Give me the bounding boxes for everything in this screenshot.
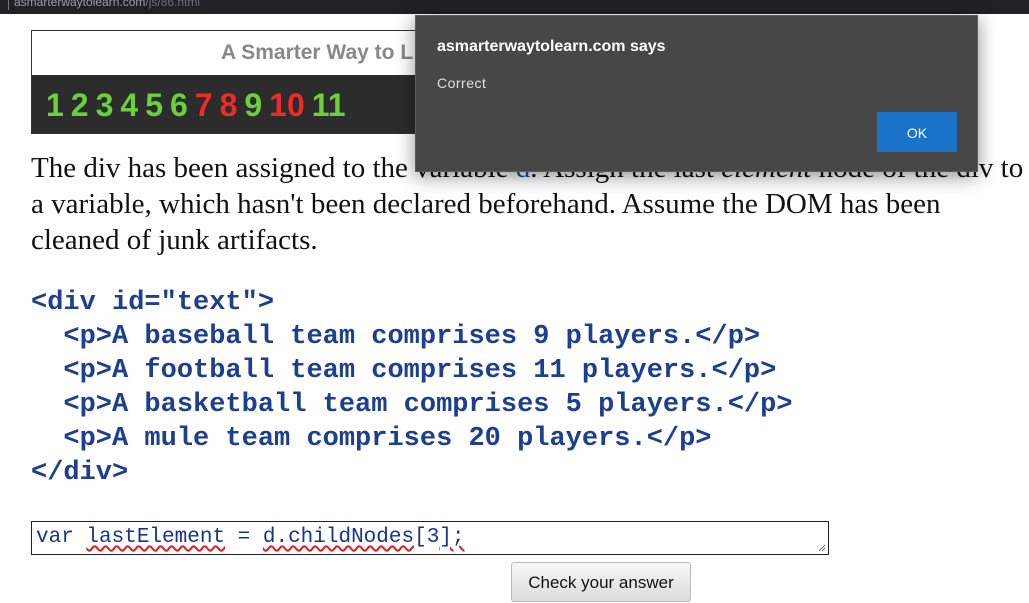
chapter-number[interactable]: 6	[170, 87, 188, 123]
address-bar-url[interactable]: asmarterwaytolearn.com/js/86.html	[14, 0, 200, 9]
site-brand-title: A Smarter Way to L	[32, 31, 450, 75]
prompt-line-2: a variable, which hasn't been declared b…	[31, 188, 941, 220]
chapter-number[interactable]: 7	[195, 87, 213, 123]
resize-grip-icon[interactable]	[818, 544, 826, 552]
code-line: <p>A baseball team comprises 9 players.<…	[31, 322, 761, 352]
code-sample: <div id="text"> <p>A baseball team compr…	[31, 286, 793, 490]
code-line: <p>A basketball team comprises 5 players…	[31, 390, 793, 420]
code-line: <p>A football team comprises 11 players.…	[31, 356, 777, 386]
code-line: </div>	[31, 458, 129, 488]
spellcheck-word: ];	[439, 526, 465, 549]
address-bar-divider	[8, 0, 9, 10]
answer-textarea[interactable]: var lastElement = d.childNodes[3];	[31, 521, 829, 555]
alert-dialog-message: Correct	[437, 75, 487, 91]
chapter-number[interactable]: 11	[312, 87, 346, 123]
chapter-number[interactable]: 8	[220, 87, 238, 123]
browser-address-bar[interactable]: asmarterwaytolearn.com/js/86.html	[0, 0, 1029, 14]
code-line: <div id="text">	[31, 288, 275, 318]
chapter-number-strip: 1 2 3 4 5 6 7 8 9 10 11	[32, 75, 450, 133]
chapter-number[interactable]: 9	[244, 87, 262, 123]
chapter-number[interactable]: 10	[269, 87, 305, 123]
chapter-number[interactable]: 5	[145, 87, 163, 123]
alert-ok-button[interactable]: OK	[877, 112, 957, 152]
alert-dialog-title: asmarterwaytolearn.com says	[437, 38, 666, 55]
check-answer-button[interactable]: Check your answer	[511, 562, 691, 602]
spellcheck-word: d.childNodes	[262, 526, 415, 549]
site-banner: A Smarter Way to L 1 2 3 4 5 6 7 8 9 10 11	[31, 30, 451, 134]
code-line: <p>A mule team comprises 20 players.</p>	[31, 424, 712, 454]
chapter-number[interactable]: 2	[71, 87, 89, 123]
chapter-number[interactable]: 4	[120, 87, 138, 123]
spellcheck-word: lastElement	[86, 526, 226, 549]
chapter-number[interactable]: 3	[96, 87, 114, 123]
alert-dialog: asmarterwaytolearn.com says Correct OK	[415, 15, 978, 172]
prompt-line-3: cleaned of junk artifacts.	[31, 224, 318, 256]
chapter-number[interactable]: 1	[46, 87, 64, 123]
